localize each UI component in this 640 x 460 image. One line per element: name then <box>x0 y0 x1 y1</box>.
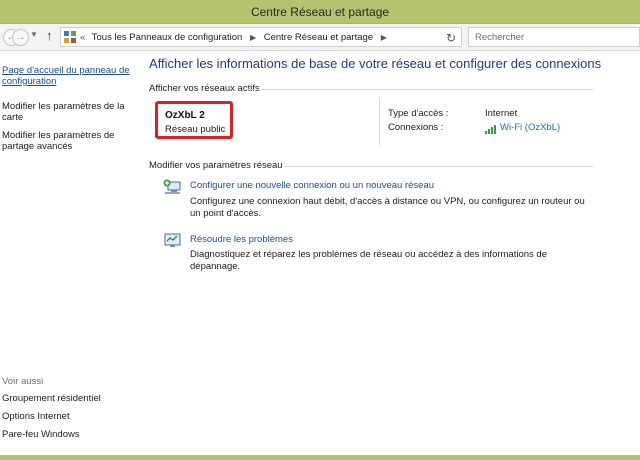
address-path-box[interactable]: « Tous les Panneaux de configuration ▶ C… <box>60 27 496 47</box>
active-networks-heading: Afficher vos réseaux actifs <box>149 83 260 94</box>
see-also-heading: Voir aussi <box>2 376 44 387</box>
wifi-signal-icon <box>485 123 497 134</box>
troubleshoot-icon <box>164 233 181 247</box>
window-titlebar[interactable]: Centre Réseau et partage <box>0 0 640 24</box>
breadcrumb-separator-icon[interactable]: ▶ <box>381 33 387 42</box>
troubleshoot-description: Diagnostiquez et réparez les problèmes d… <box>190 249 547 272</box>
search-box[interactable] <box>468 27 640 47</box>
access-type-value: Internet <box>485 108 518 119</box>
sidebar-link-homegroup[interactable]: Groupement résidentiel <box>2 393 101 404</box>
breadcrumb-item-network-center[interactable]: Centre Réseau et partage <box>264 32 373 43</box>
breadcrumb-item-control-panel[interactable]: Tous les Panneaux de configuration <box>92 32 243 43</box>
troubleshoot-link[interactable]: Résoudre les problèmes <box>190 234 293 245</box>
new-connection-icon <box>163 179 181 194</box>
section-divider <box>285 166 593 167</box>
section-divider <box>247 89 593 90</box>
sidebar-link-adapter-settings[interactable]: Modifier les paramètres de la carte <box>2 101 126 123</box>
connections-label: Connexions : <box>388 122 444 133</box>
access-type-label: Type d'accès : <box>388 108 449 119</box>
breadcrumb: « Tous les Panneaux de configuration ▶ C… <box>80 32 392 43</box>
breadcrumb-overflow-icon[interactable]: « <box>80 32 85 43</box>
modify-settings-heading: Modifier vos paramètres réseau <box>149 160 283 171</box>
window-bottom-border <box>0 455 640 460</box>
window-title: Centre Réseau et partage <box>250 5 390 19</box>
refresh-icon[interactable]: ↻ <box>446 31 456 45</box>
search-input[interactable] <box>475 30 625 44</box>
recent-pages-chevron-icon[interactable]: ▼ <box>30 30 38 39</box>
sidebar: Page d'accueil du panneau de configurati… <box>0 51 138 456</box>
forward-arrow-icon[interactable]: → <box>12 29 29 46</box>
address-bar: ← → ▼ ↑ « Tous les Panneaux de configura… <box>0 24 640 51</box>
control-panel-icon <box>64 31 76 43</box>
up-arrow-icon[interactable]: ↑ <box>46 28 53 43</box>
sidebar-link-internet-options[interactable]: Options Internet <box>2 411 70 422</box>
sidebar-link-advanced-sharing[interactable]: Modifier les paramètres de partage avanc… <box>2 130 126 152</box>
wifi-connection-link[interactable]: Wi-Fi (OzXbL) <box>485 122 560 134</box>
page-title: Afficher les informations de base de vot… <box>149 56 602 71</box>
red-highlight-box <box>155 101 233 139</box>
main-content: Afficher les informations de base de vot… <box>138 51 640 456</box>
sidebar-link-control-panel-home[interactable]: Page d'accueil du panneau de configurati… <box>2 65 136 87</box>
wifi-connection-label: Wi-Fi (OzXbL) <box>500 122 561 133</box>
setup-new-connection-description: Configurez une connexion haut débit, d'a… <box>190 196 585 219</box>
setup-new-connection-link[interactable]: Configurer une nouvelle connexion ou un … <box>190 180 434 191</box>
network-info-divider <box>379 99 380 145</box>
breadcrumb-separator-icon[interactable]: ▶ <box>250 33 256 42</box>
sidebar-link-windows-firewall[interactable]: Pare-feu Windows <box>2 429 80 440</box>
